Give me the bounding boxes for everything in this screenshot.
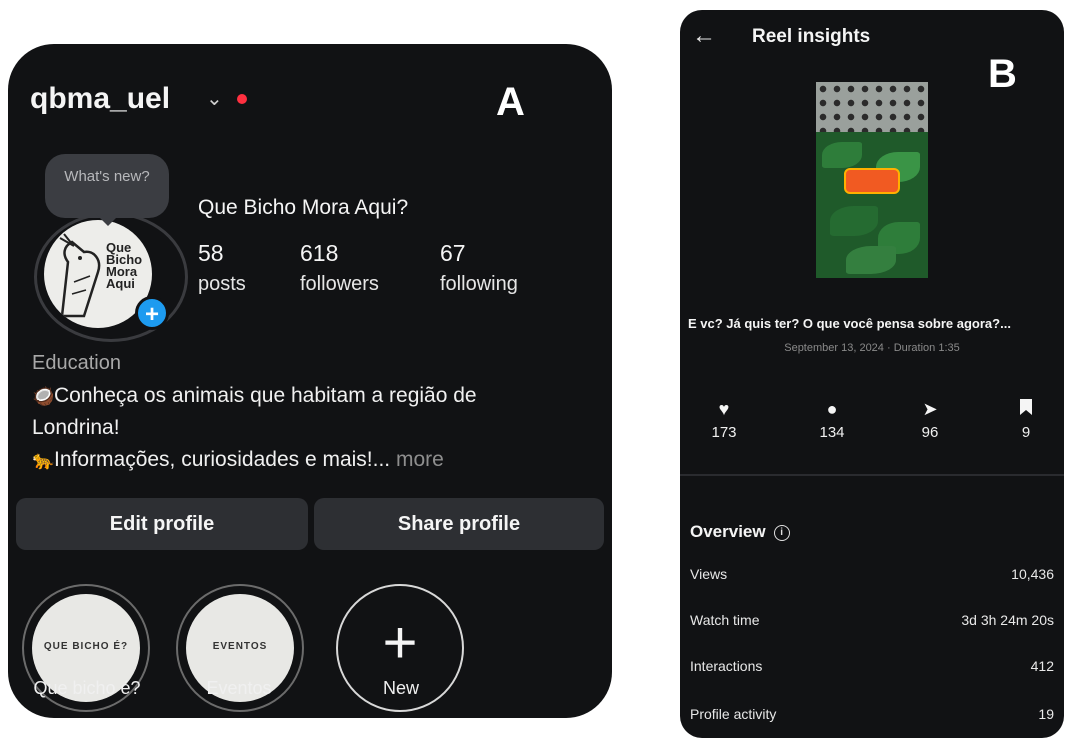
bio-text-3: Informações, curiosidades e mais!... <box>54 448 391 471</box>
row-label: Profile activity <box>690 706 777 722</box>
share-icon: ➤ <box>922 399 938 419</box>
saves-count: 9 <box>1021 424 1031 441</box>
bio-text-1: Conheça os animais que habitam a região … <box>54 384 477 407</box>
followers-label: followers <box>300 273 379 295</box>
highlight-cover-text: EVENTOS <box>212 641 268 652</box>
bio-line-1: 🥥Conheça os animais que habitam a região… <box>32 380 592 412</box>
posts-stat[interactable]: 58 posts <box>198 240 246 296</box>
row-value: 412 <box>1030 658 1054 674</box>
notification-dot <box>237 94 247 104</box>
reel-meta: September 13, 2024 · Duration 1:35 <box>784 342 960 354</box>
saves-metric: 9 <box>996 398 1056 441</box>
highlight-cover-text: QUE BICHO É? <box>43 641 129 652</box>
leaf-shape <box>846 246 896 274</box>
highlight-label: Eventos <box>206 678 272 698</box>
info-icon[interactable]: i <box>773 525 790 541</box>
following-stat[interactable]: 67 following <box>440 240 518 296</box>
avatar-logo-text: Que Bicho Mora Aqui <box>106 240 143 291</box>
overview-row-interactions: Interactions 412 <box>690 658 1054 674</box>
bubble-tail <box>96 214 120 226</box>
overview-row-watch-time: Watch time 3d 3h 24m 20s <box>690 612 1054 628</box>
coconut-icon: 🥥 <box>32 386 55 406</box>
following-count: 67 <box>440 240 466 266</box>
display-name: Que Bicho Mora Aqui? <box>198 196 409 219</box>
reel-thumbnail[interactable] <box>816 82 928 278</box>
row-label: Interactions <box>690 658 763 674</box>
whats-new-bubble[interactable]: What's new? <box>45 154 169 218</box>
edit-profile-button[interactable]: Edit profile <box>16 498 308 550</box>
add-story-plus-icon[interactable]: + <box>135 296 169 330</box>
highlight-label: New <box>382 678 419 698</box>
overview-row-profile-activity: Profile activity 19 <box>690 706 1054 722</box>
bio-line-3: 🐆Informações, curiosidades e mais!... mo… <box>32 444 592 476</box>
overview-title: Overview <box>690 522 766 541</box>
comments-count: 134 <box>819 424 845 441</box>
highlight-label: Que bicho é? <box>33 678 141 698</box>
chevron-down-icon[interactable]: ⌄ <box>206 86 223 111</box>
comments-metric: ● 134 <box>802 398 862 441</box>
heart-icon: ♥ <box>718 399 730 419</box>
plus-icon: + <box>382 609 418 676</box>
row-label: Watch time <box>690 612 760 628</box>
overview-heading: Overview i <box>690 522 790 542</box>
bio-line-2: Londrina! <box>32 416 120 439</box>
likes-metric: ♥ 173 <box>694 398 754 441</box>
leopard-icon: 🐆 <box>32 450 55 470</box>
bookmark-icon <box>996 398 1056 420</box>
following-label: following <box>440 273 518 295</box>
back-arrow-icon[interactable]: ← <box>692 22 716 50</box>
row-value: 3d 3h 24m 20s <box>961 612 1054 628</box>
row-value: 19 <box>1038 706 1054 722</box>
posts-label: posts <box>198 273 246 295</box>
overview-row-views: Views 10,436 <box>690 566 1054 582</box>
posts-count: 58 <box>198 240 224 266</box>
followers-count: 618 <box>300 240 339 266</box>
profile-username[interactable]: qbma_uel <box>30 82 170 116</box>
panel-label-a: A <box>496 80 525 124</box>
profile-panel: qbma_uel ⌄ A Que Bicho Mora Aqui + What's n… <box>8 44 612 718</box>
shares-metric: ➤ 96 <box>900 398 960 441</box>
leaf-shape <box>822 142 862 168</box>
comment-icon: ● <box>826 399 838 419</box>
share-profile-button[interactable]: Share profile <box>314 498 604 550</box>
bird-logo-icon <box>59 233 101 318</box>
followers-stat[interactable]: 618 followers <box>300 240 379 296</box>
row-label: Views <box>690 566 728 582</box>
profile-category: Education <box>32 352 121 374</box>
shares-count: 96 <box>921 424 939 441</box>
reel-insights-panel: ← Reel insights B E vc? Já quis ter? O q… <box>680 10 1064 738</box>
panel-label-b: B <box>988 52 1017 96</box>
bio-more-link[interactable]: more <box>390 448 444 471</box>
section-divider <box>680 474 1064 476</box>
thumbnail-badge <box>844 168 900 194</box>
likes-count: 173 <box>711 424 737 441</box>
thumbnail-grill <box>816 82 928 132</box>
page-title: Reel insights <box>752 26 871 47</box>
leaf-shape <box>830 206 878 236</box>
row-value: 10,436 <box>1011 566 1054 582</box>
reel-caption: E vc? Já quis ter? O que você pensa sobr… <box>688 316 1011 331</box>
